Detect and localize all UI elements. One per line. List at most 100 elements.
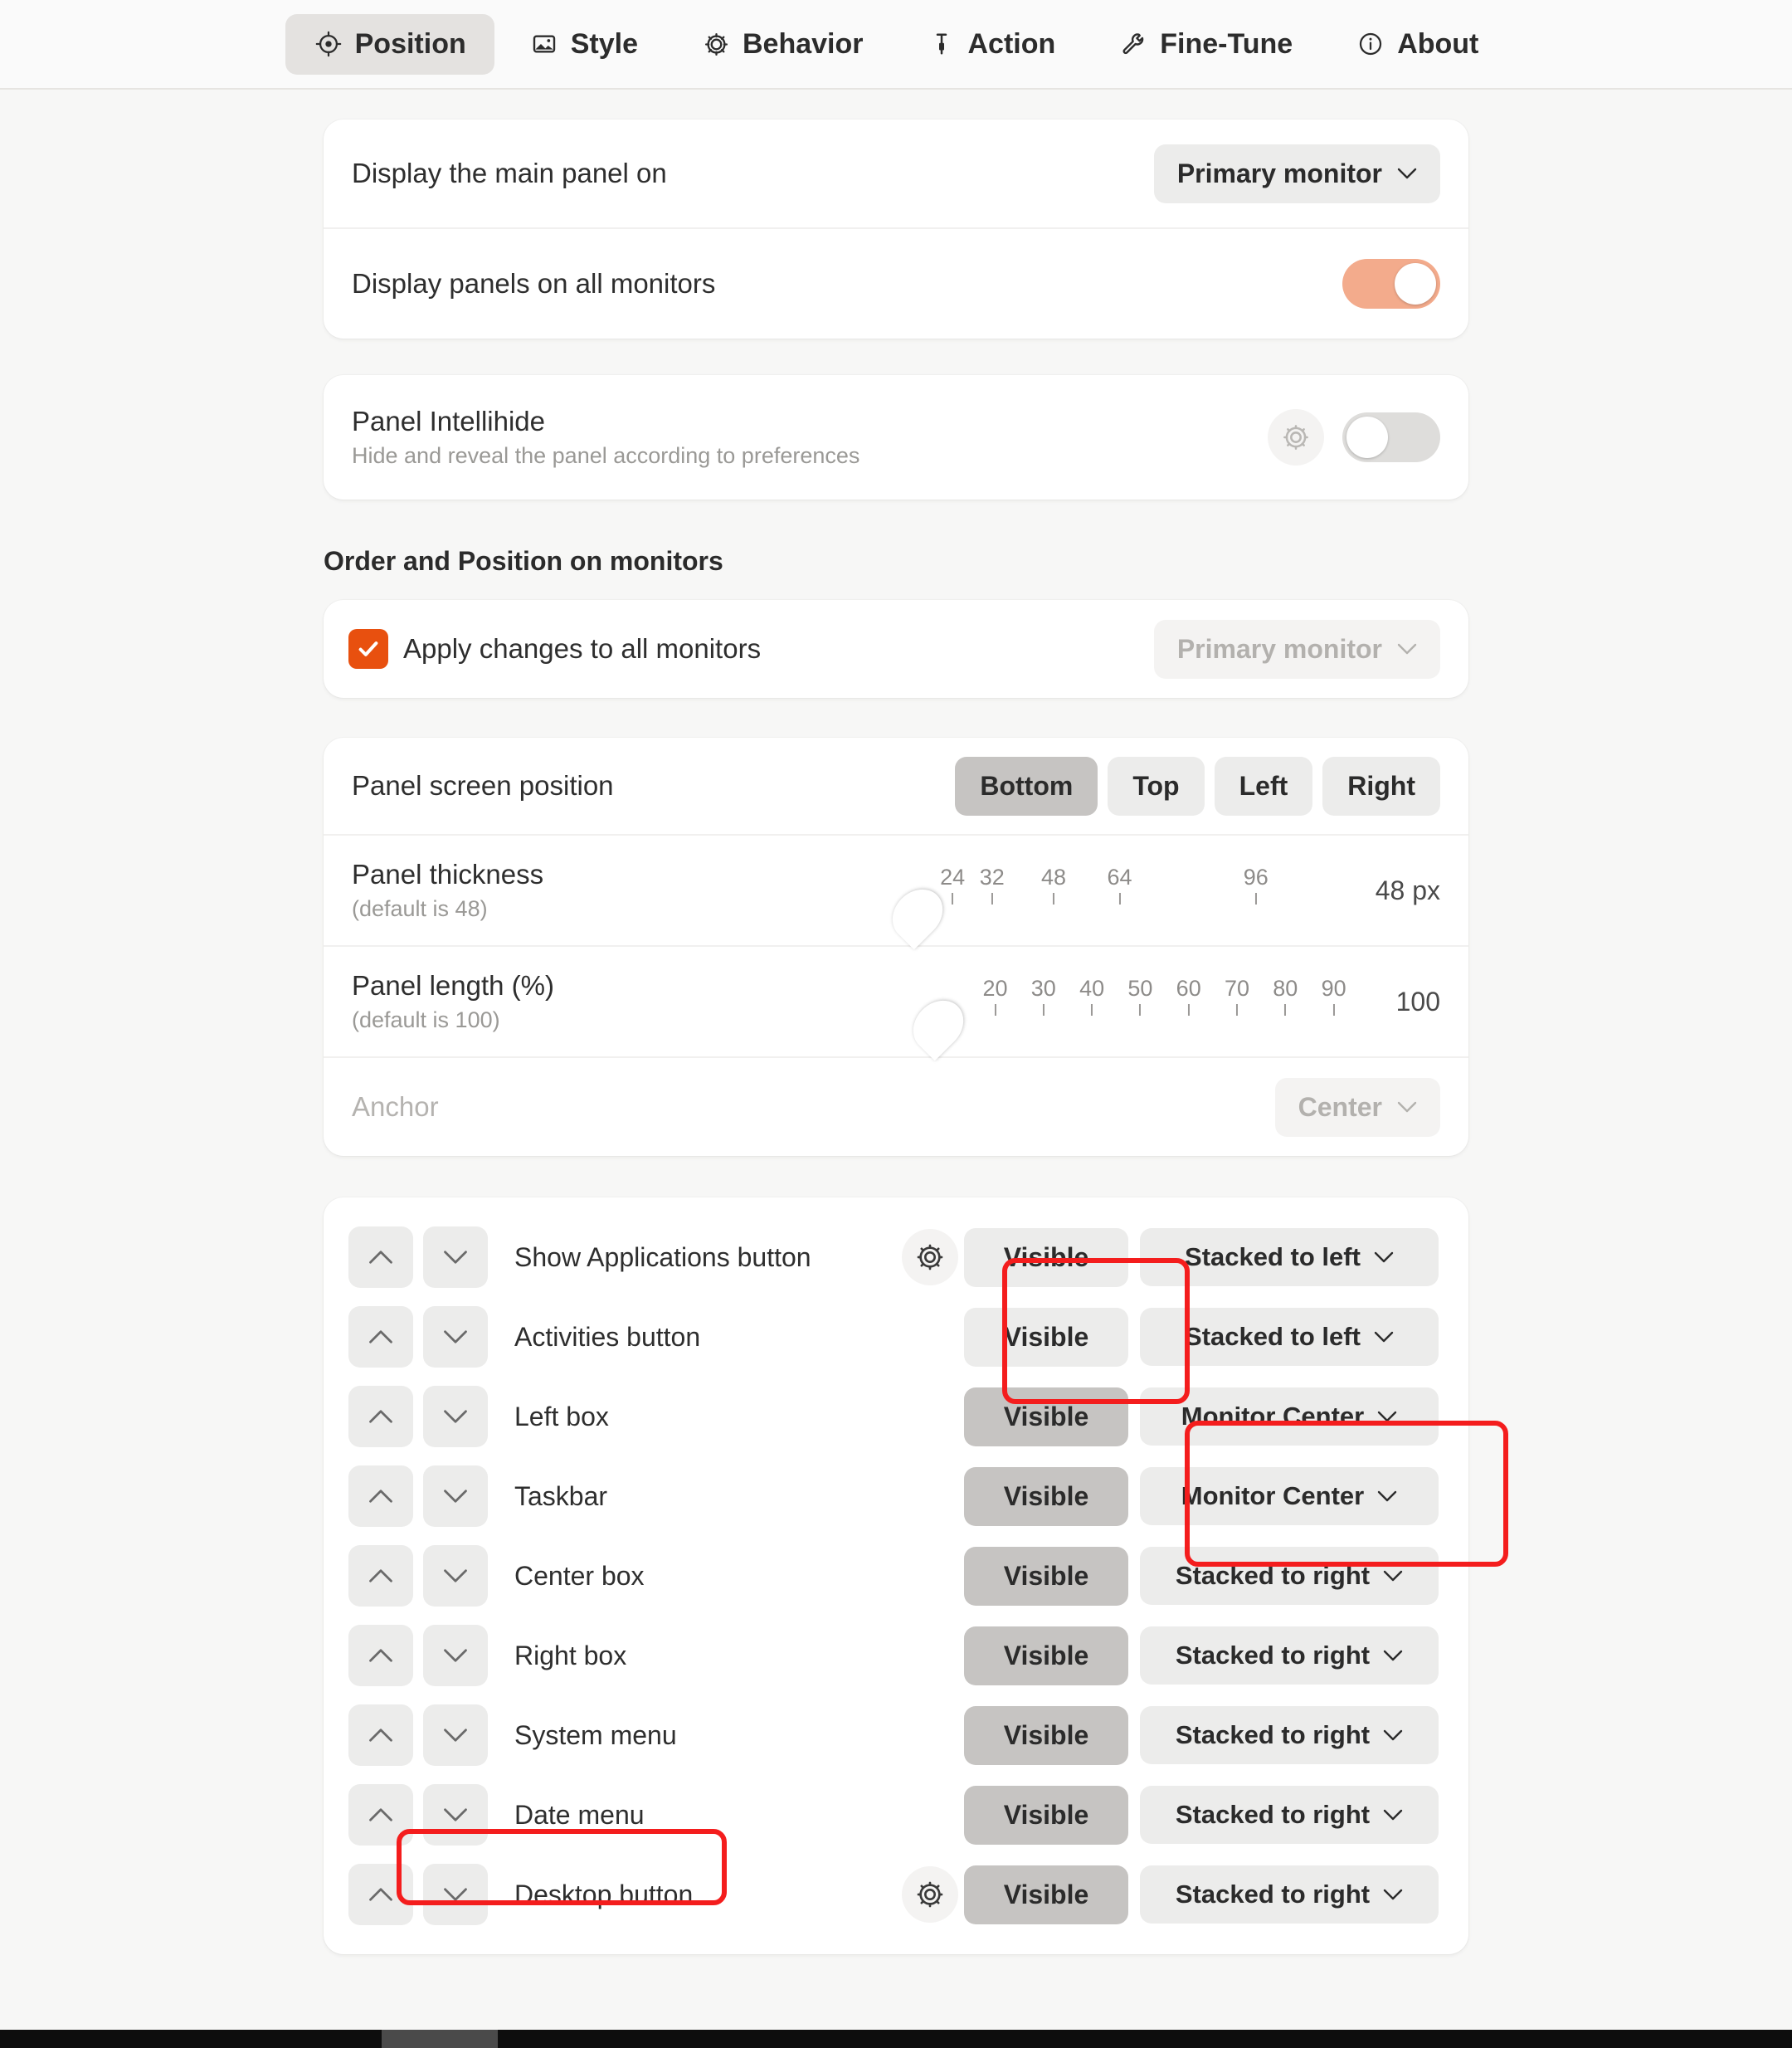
length-slider-area: 20 30 40 50 60 70 80 90 100 — [903, 978, 1440, 1061]
element-row: Left box Visible Monitor Center — [324, 1377, 1468, 1456]
chevron-up-icon — [369, 1729, 392, 1742]
visibility-toggle-button[interactable]: Visible — [964, 1227, 1128, 1287]
visibility-toggle-button[interactable]: Visible — [964, 1865, 1128, 1924]
move-down-button[interactable] — [423, 1704, 488, 1766]
tab-style[interactable]: Style — [501, 14, 666, 75]
element-position-dropdown[interactable]: Stacked to right — [1140, 1706, 1439, 1764]
move-up-button[interactable] — [348, 1864, 413, 1925]
visibility-toggle-button[interactable]: Visible — [964, 1626, 1128, 1685]
anchor-row: Anchor Center — [324, 1058, 1468, 1156]
move-down-button[interactable] — [423, 1226, 488, 1288]
tab-action[interactable]: Action — [898, 14, 1084, 75]
move-down-button[interactable] — [423, 1784, 488, 1846]
element-position-dropdown[interactable]: Monitor Center — [1140, 1387, 1439, 1446]
chevron-down-icon — [1397, 1101, 1417, 1113]
move-up-button[interactable] — [348, 1386, 413, 1447]
chevron-up-icon — [369, 1888, 392, 1901]
element-row: Right box Visible Stacked to right — [324, 1616, 1468, 1695]
move-up-button[interactable] — [348, 1704, 413, 1766]
order-monitor-dropdown[interactable]: Primary monitor — [1153, 619, 1440, 679]
tab-about[interactable]: About — [1327, 14, 1507, 75]
intellihide-toggle[interactable] — [1342, 412, 1440, 462]
position-option-bottom[interactable]: Bottom — [955, 756, 1098, 816]
move-down-button[interactable] — [423, 1306, 488, 1368]
length-value: 100 — [1395, 986, 1440, 1017]
length-slider[interactable]: 20 30 40 50 60 70 80 90 — [903, 978, 1378, 1061]
visibility-toggle-button[interactable]: Visible — [964, 1785, 1128, 1845]
tab-position[interactable]: Position — [285, 13, 494, 75]
move-down-button[interactable] — [423, 1465, 488, 1527]
dropdown-value: Stacked to right — [1175, 1880, 1371, 1909]
visibility-toggle-button[interactable]: Visible — [964, 1546, 1128, 1606]
length-text: Panel length (%) (default is 100) — [352, 970, 554, 1033]
move-up-button[interactable] — [348, 1306, 413, 1368]
chevron-down-icon — [444, 1251, 467, 1264]
main-panel-monitor-dropdown[interactable]: Primary monitor — [1153, 144, 1440, 203]
element-position-dropdown[interactable]: Stacked to right — [1140, 1547, 1439, 1605]
element-settings-button[interactable] — [902, 1229, 958, 1285]
visibility-toggle-button[interactable]: Visible — [964, 1307, 1128, 1367]
element-name: Desktop button — [514, 1879, 694, 1909]
chevron-down-icon — [1397, 168, 1417, 179]
dropdown-value: Primary monitor — [1176, 633, 1382, 664]
element-position-dropdown[interactable]: Stacked to right — [1140, 1786, 1439, 1844]
dropdown-value: Stacked to left — [1185, 1322, 1361, 1351]
element-position-dropdown[interactable]: Stacked to right — [1140, 1626, 1439, 1685]
anchor-dropdown[interactable]: Center — [1274, 1077, 1440, 1137]
target-icon — [314, 29, 343, 59]
tab-fine-tune[interactable]: Fine-Tune — [1090, 14, 1321, 75]
pin-icon — [927, 29, 957, 59]
chevron-down-icon — [1374, 1331, 1394, 1343]
thickness-sublabel: (default is 48) — [352, 896, 488, 921]
move-up-button[interactable] — [348, 1784, 413, 1846]
element-settings-button[interactable] — [902, 1866, 958, 1923]
panel-thickness-row: Panel thickness (default is 48) 24 32 48 64… — [324, 836, 1468, 950]
tick-30: 30 — [1031, 978, 1056, 1016]
position-option-left[interactable]: Left — [1214, 756, 1313, 816]
move-down-button[interactable] — [423, 1864, 488, 1925]
dropdown-value: Stacked to right — [1175, 1800, 1371, 1829]
tick-90: 90 — [1322, 978, 1346, 1016]
element-position-dropdown[interactable]: Stacked to left — [1140, 1228, 1439, 1286]
dropdown-value: Stacked to left — [1185, 1242, 1361, 1271]
element-name: Center box — [514, 1560, 645, 1591]
chevron-up-icon — [369, 1649, 392, 1662]
image-icon — [529, 29, 559, 59]
dropdown-value: Stacked to right — [1175, 1720, 1371, 1749]
element-position-dropdown[interactable]: Monitor Center — [1140, 1467, 1439, 1525]
visibility-toggle-button[interactable]: Visible — [964, 1387, 1128, 1446]
apply-all-card: Apply changes to all monitors Primary mo… — [324, 600, 1468, 698]
intellihide-settings-button[interactable] — [1268, 409, 1324, 466]
tab-label: Position — [354, 27, 466, 60]
tick-70: 70 — [1225, 978, 1249, 1016]
tab-behavior[interactable]: Behavior — [673, 14, 892, 75]
visibility-toggle-button[interactable]: Visible — [964, 1705, 1128, 1765]
move-down-button[interactable] — [423, 1386, 488, 1447]
element-settings-slot[interactable] — [896, 1229, 964, 1285]
element-row: Activities button Visible Stacked to left — [324, 1297, 1468, 1377]
thickness-tick-marks: 24 32 48 64 96 — [918, 866, 1357, 914]
element-row: System menu Visible Stacked to right — [324, 1695, 1468, 1775]
element-position-dropdown[interactable]: Stacked to left — [1140, 1308, 1439, 1366]
element-position-dropdown[interactable]: Stacked to right — [1140, 1865, 1439, 1924]
move-up-button[interactable] — [348, 1465, 413, 1527]
move-down-button[interactable] — [423, 1625, 488, 1686]
move-down-button[interactable] — [423, 1545, 488, 1607]
thickness-slider[interactable]: 24 32 48 64 96 — [882, 866, 1357, 950]
all-monitors-toggle[interactable] — [1342, 259, 1440, 309]
chevron-down-icon — [1383, 1570, 1403, 1582]
visibility-toggle-button[interactable]: Visible — [964, 1466, 1128, 1526]
apply-all-checkbox[interactable] — [348, 629, 388, 669]
position-option-right[interactable]: Right — [1322, 756, 1440, 816]
all-monitors-label: Display panels on all monitors — [352, 268, 716, 299]
move-up-button[interactable] — [348, 1545, 413, 1607]
move-up-button[interactable] — [348, 1226, 413, 1288]
thickness-value: 48 px — [1375, 875, 1440, 905]
element-settings-slot[interactable] — [896, 1866, 964, 1923]
dropdown-value: Center — [1298, 1091, 1382, 1122]
position-option-top[interactable]: Top — [1108, 756, 1205, 816]
chevron-down-icon — [1397, 643, 1417, 655]
gear-icon — [1283, 425, 1308, 450]
move-up-button[interactable] — [348, 1625, 413, 1686]
element-name: Show Applications button — [514, 1241, 811, 1272]
